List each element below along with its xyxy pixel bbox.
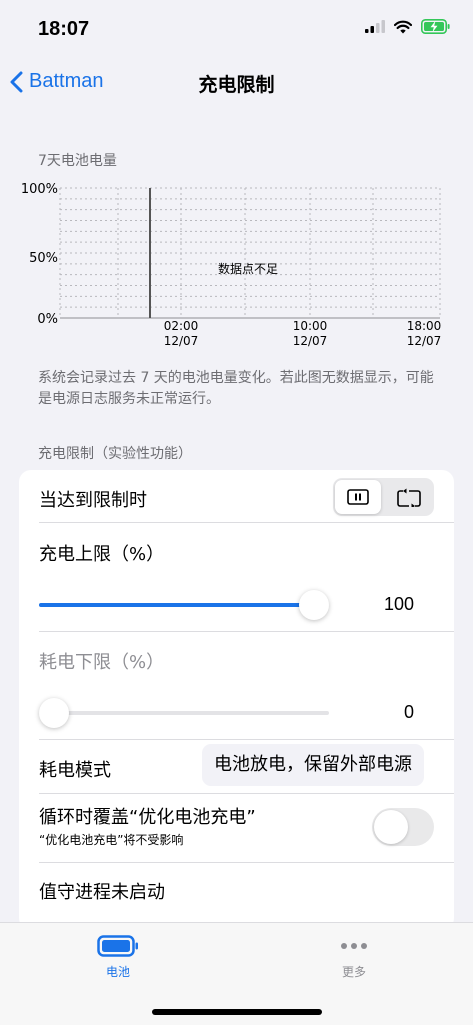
slider-track [39,711,329,715]
tab-battery-label: 电池 [105,965,130,979]
cycle-segment[interactable] [386,480,432,514]
tab-battery[interactable]: 电池 [78,935,158,980]
page-title: 充电限制 [198,74,275,96]
status-bar: 18:07 [0,0,473,60]
discharge-lower-label: 耗电下限（%） [39,652,165,673]
battery-charging-icon [421,19,450,34]
x-tick-time: 18:00 [407,319,442,333]
battery-level-chart: 100% 50% 0% 数据点不足 02:00 12/07 10:00 12/0… [21,182,442,348]
x-tick-time: 10:00 [293,319,328,333]
row-divider [39,522,454,523]
slider-fill [39,603,314,607]
x-tick-time: 02:00 [164,319,199,333]
drain-mode-button[interactable]: 电池放电，保留外部电源 [202,744,424,786]
pause-segment[interactable] [335,480,381,514]
row-divider [39,739,454,740]
more-icon [341,943,367,949]
discharge-lower-slider[interactable] [39,698,329,728]
cycle-override-toggle[interactable] [372,808,434,846]
toggle-knob [374,810,408,844]
chart-empty-message: 数据点不足 [218,261,278,276]
chart-section-title: 7天电池电量 [38,153,117,169]
slider-thumb[interactable] [39,698,69,728]
y-tick-label: 100% [21,182,58,197]
charge-limit-card: 当达到限制时 充电上限（%） 100 耗电下限（%） 0 耗电模式 电池放电，保… [19,470,454,930]
cellular-signal-icon [365,20,385,33]
status-icons [365,19,451,34]
tab-more[interactable]: 更多 [314,935,394,980]
cycle-icon [397,488,421,507]
x-tick-date: 12/07 [407,334,442,348]
daemon-status-label[interactable]: 值守进程未启动 [39,878,454,904]
y-tick-label: 0% [37,312,58,327]
charge-upper-slider[interactable] [39,590,329,620]
home-indicator [152,1009,322,1015]
row-divider [39,862,454,863]
battery-tab-icon [97,935,138,957]
wifi-icon [394,20,412,33]
navigation-bar: Battman 充电限制 [0,62,473,106]
on-limit-segmented-control [333,478,434,516]
discharge-lower-value: 0 [403,702,414,722]
charge-upper-value: 100 [383,594,414,614]
pause-icon [347,489,369,505]
status-time: 18:07 [38,18,90,40]
y-tick-label: 50% [29,251,58,266]
tab-more-label: 更多 [341,965,366,979]
charge-upper-label: 充电上限（%） [39,544,165,565]
x-tick-date: 12/07 [293,334,328,348]
limit-section-title: 充电限制（实验性功能） [38,446,192,462]
chart-footnote: 系统会记录过去 7 天的电池电量变化。若此图无数据显示，可能是电源日志服务未正常… [38,370,434,407]
x-tick-date: 12/07 [164,334,199,348]
row-divider [39,631,454,632]
slider-thumb[interactable] [299,590,329,620]
row-divider [39,793,454,794]
